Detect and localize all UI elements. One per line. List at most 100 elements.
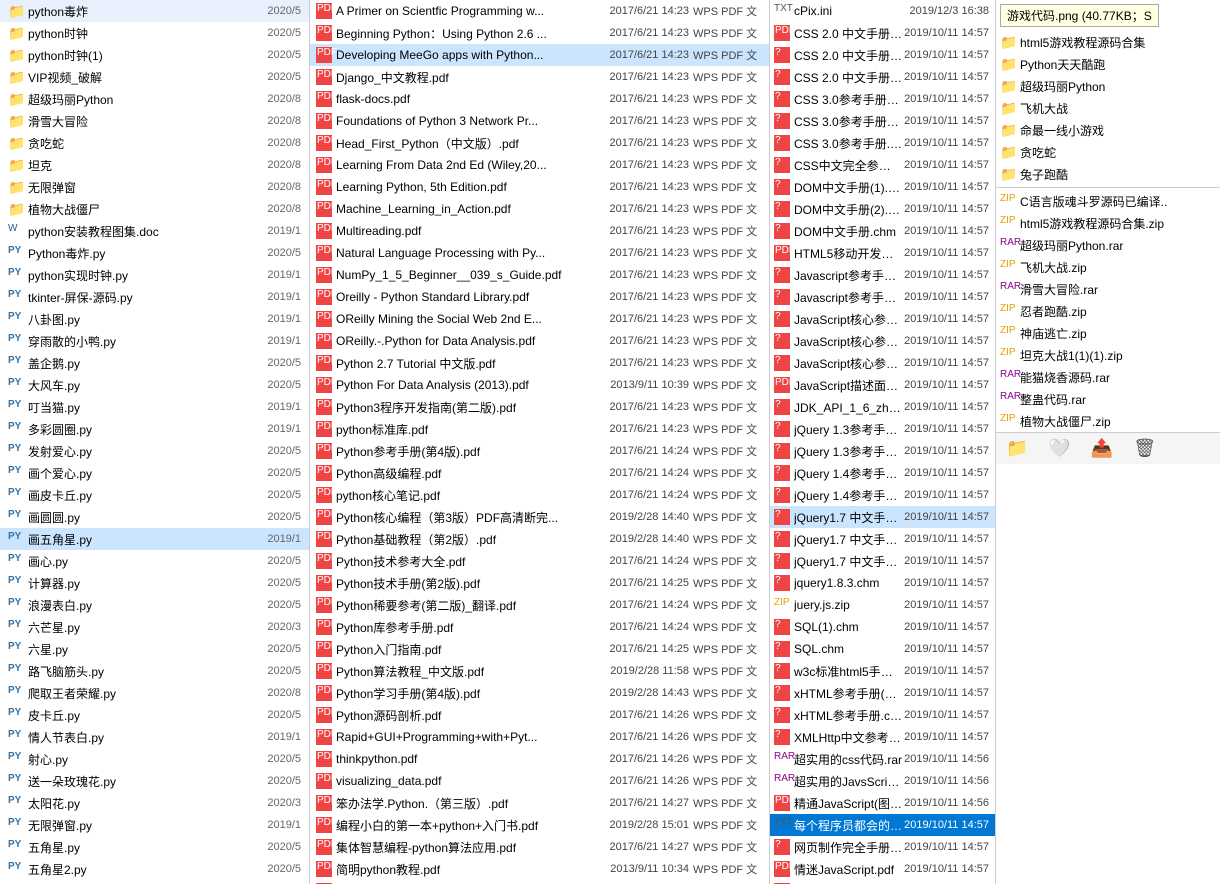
archive-item[interactable]: RAR能猫烧香源码.rar xyxy=(996,366,1220,388)
mid-list-item[interactable]: PDFPython3程序开发指南(第二版).pdf2017/6/21 14:23… xyxy=(310,396,769,418)
mid-list-item[interactable]: PDFPython技术参考大全.pdf2017/6/21 14:24WPS PD… xyxy=(310,550,769,572)
mid-list-item[interactable]: PDFPython For Data Analysis (2013).pdf20… xyxy=(310,374,769,396)
archive-item[interactable]: RAR超级玛丽Python.rar xyxy=(996,234,1220,256)
right-list-item[interactable]: ?jQuery 1.3参考手册(1).chm2019/10/11 14:5720 xyxy=(770,418,995,440)
mid-list-item[interactable]: PDFMachine_Learning_in_Action.pdf2017/6/… xyxy=(310,198,769,220)
left-list-item[interactable]: PY爬取王者荣耀.py2020/8 xyxy=(0,682,309,704)
mid-list-item[interactable]: PDFPython参考手册(第4版).pdf2017/6/21 14:24WPS… xyxy=(310,440,769,462)
archive-item[interactable]: RAR整蛊代码.rar xyxy=(996,388,1220,410)
left-list-item[interactable]: 📁滑雪大冒险2020/8 xyxy=(0,110,309,132)
right-list-item[interactable]: RAR超实用的JavsScrip代码.rar2019/10/11 14:56Wi… xyxy=(770,770,995,792)
left-list-item[interactable]: PY五角星.py2020/5 xyxy=(0,836,309,858)
right-list-item[interactable]: ?DOM中文手册(2).chm2019/10/11 14:5720 xyxy=(770,198,995,220)
mid-list-item[interactable]: PDFPython学习手册(第4版).pdf2019/2/28 14:43WPS… xyxy=(310,682,769,704)
archive-item[interactable]: ZIP坦克大战1(1)(1).zip xyxy=(996,344,1220,366)
mid-list-item[interactable]: PDFLearning Python, 5th Edition.pdf2017/… xyxy=(310,176,769,198)
right-list-item[interactable]: ?jQuery 1.4参考手册.CHM2019/10/11 14:5720 xyxy=(770,484,995,506)
folder-item[interactable]: 📁飞机大战 xyxy=(996,97,1220,119)
mid-list-item[interactable]: PDFthinkpython.pdf2017/6/21 14:26WPS PDF… xyxy=(310,748,769,770)
right-list-item[interactable]: ?JavaScript核心参考手册.chm2019/10/11 14:5720 xyxy=(770,352,995,374)
right-list-item[interactable]: ?CSS 3.0参考手册.chm2019/10/11 14:57编译的 HT xyxy=(770,132,995,154)
share-icon[interactable]: 📤 xyxy=(1091,438,1113,459)
left-list-item[interactable]: PYpython实现时钟.py2019/1 xyxy=(0,264,309,286)
mid-list-item[interactable]: PDFNatural Language Processing with Py..… xyxy=(310,242,769,264)
left-list-item[interactable]: PY六芒星.py2020/3 xyxy=(0,616,309,638)
left-list-item[interactable]: 📁python毒炸2020/5 xyxy=(0,0,309,22)
left-list-item[interactable]: Wpython安装教程图集.doc2019/1 xyxy=(0,220,309,242)
left-list-item[interactable]: PY六星.py2020/5 xyxy=(0,638,309,660)
left-list-item[interactable]: PY穿雨散的小鸭.py2019/1 xyxy=(0,330,309,352)
right-list-item[interactable]: PDFHTML5移动开发即学即用[双色].pdf2019/10/11 14:57… xyxy=(770,242,995,264)
mid-list-item[interactable]: PDF集体智慧编程-python算法应用.pdf2017/6/21 14:27W… xyxy=(310,836,769,858)
right-list-item[interactable]: PDF响应式Web设计：HTML5和CSS3实战p...2019/10/11 1… xyxy=(770,880,995,884)
right-list-item[interactable]: PDF精通JavaScript(图灵计算机科学丛书).pdf2019/10/11… xyxy=(770,792,995,814)
left-list-item[interactable]: PY发射爱心.py2020/5 xyxy=(0,440,309,462)
right-list-item[interactable]: ZIPjuery.js.zip2019/10/11 14:5720 xyxy=(770,594,995,616)
right-list-item[interactable]: ?jQuery1.7 中文手册.chm2019/10/11 14:5720 xyxy=(770,550,995,572)
right-list-item[interactable]: PDF情迷JavaScript.pdf2019/10/11 14:5720 xyxy=(770,858,995,880)
mid-list-item[interactable]: PDFOreilly - Python Standard Library.pdf… xyxy=(310,286,769,308)
mid-list-item[interactable]: PDFvisualizing_data.pdf2017/6/21 14:26WP… xyxy=(310,770,769,792)
left-list-item[interactable]: PY画个爱心.py2020/5 xyxy=(0,462,309,484)
right-list-item[interactable]: ?jQuery 1.4参考手册(1).CHM2019/10/11 14:5720 xyxy=(770,462,995,484)
mid-list-item[interactable]: PDFPython算法教程_中文版.pdf2019/2/28 11:58WPS … xyxy=(310,660,769,682)
mid-list-item[interactable]: PDFpython核心笔记.pdf2017/6/21 14:24WPS PDF … xyxy=(310,484,769,506)
left-list-item[interactable]: PY计算器.py2020/5 xyxy=(0,572,309,594)
mid-list-item[interactable]: PDFPython库参考手册.pdf2017/6/21 14:24WPS PDF… xyxy=(310,616,769,638)
favorite-icon[interactable]: 🤍 xyxy=(1048,438,1070,459)
mid-list-item[interactable]: PDFPython基础教程（第2版）.pdf2019/2/28 14:40WPS… xyxy=(310,528,769,550)
mid-list-item[interactable]: PDF笨办法学.Python.（第三版）.pdf2017/6/21 14:27W… xyxy=(310,792,769,814)
mid-list-item[interactable]: PDFPython高级编程.pdf2017/6/21 14:24WPS PDF … xyxy=(310,462,769,484)
left-list-item[interactable]: 📁python时钟2020/5 xyxy=(0,22,309,44)
mid-list-item[interactable]: PDFpython标准库.pdf2017/6/21 14:23WPS PDF 文 xyxy=(310,418,769,440)
mid-list-item[interactable]: PDFDjango_中文教程.pdf2017/6/21 14:23WPS PDF… xyxy=(310,66,769,88)
right-list-item[interactable]: TXT每个程序员都会的35种小技巧.txt2019/10/11 14:57文本文… xyxy=(770,814,995,836)
right-list-item[interactable]: ?XMLHttp中文参考手册.chm2019/10/11 14:5720 xyxy=(770,726,995,748)
left-list-item[interactable]: PY五角星2.py2020/5 xyxy=(0,858,309,880)
mid-list-item[interactable]: PDFPython稀要参考(第二版)_翻译.pdf2017/6/21 14:24… xyxy=(310,594,769,616)
mid-list-item[interactable]: PDFPython核心编程（第3版）PDF高清断完...2019/2/28 14… xyxy=(310,506,769,528)
left-list-item[interactable]: PY太阳花.py2020/3 xyxy=(0,792,309,814)
mid-list-item[interactable]: PDFA Primer on Scientfic Programming w..… xyxy=(310,0,769,22)
mid-list-item[interactable]: PDFOReilly.-.Python for Data Analysis.pd… xyxy=(310,330,769,352)
right-list-item[interactable]: PDFJavaScript描述面试题.pdf2019/10/11 14:5720 xyxy=(770,374,995,396)
mid-list-item[interactable]: PDF用Python进行自然语言处理.pdf2013/4/13 10:39WPS… xyxy=(310,880,769,884)
folder-item[interactable]: 📁兔子跑酷 xyxy=(996,163,1220,185)
archive-item[interactable]: ZIP飞机大战.zip xyxy=(996,256,1220,278)
left-list-item[interactable]: PY无限弹窗.py2019/1 xyxy=(0,814,309,836)
right-list-item[interactable]: ?CSS中文完全参考手册.chm2019/10/11 14:57编译的 HT xyxy=(770,154,995,176)
new-folder-icon[interactable]: 📁 xyxy=(1006,438,1028,459)
mid-list-item[interactable]: PDFPython源码剖析.pdf2017/6/21 14:26WPS PDF … xyxy=(310,704,769,726)
right-list-item[interactable]: ?SQL(1).chm2019/10/11 14:5720 xyxy=(770,616,995,638)
right-list-item[interactable]: ?xHTML参考手册.chm2019/10/11 14:5720 xyxy=(770,704,995,726)
folder-item[interactable]: 📁命最一线小游戏 xyxy=(996,119,1220,141)
right-list-item[interactable]: PDFCSS 2.0 中文手册(1).pdf2019/10/11 14:57WP… xyxy=(770,22,995,44)
folder-item[interactable]: 📁超级玛丽Python xyxy=(996,75,1220,97)
left-list-item[interactable]: 📁坦克2020/8 xyxy=(0,154,309,176)
left-list-item[interactable]: PY画皮卡丘.py2020/5 xyxy=(0,484,309,506)
folder-item[interactable]: 📁Python天天酷跑 xyxy=(996,53,1220,75)
archive-item[interactable]: ZIPC语言版魂斗罗源码已编译.. xyxy=(996,190,1220,212)
mid-list-item[interactable]: PDFBeginning Python：Using Python 2.6 ...… xyxy=(310,22,769,44)
left-list-item[interactable]: PY画心.py2020/5 xyxy=(0,550,309,572)
left-list-item[interactable]: 📁VIP视频_破解2020/5 xyxy=(0,66,309,88)
left-list-item[interactable]: 📁python时钟(1)2020/5 xyxy=(0,44,309,66)
left-list-item[interactable]: 📁无限弹窗2020/8 xyxy=(0,176,309,198)
mid-list-item[interactable]: PDFPython技术手册(第2版).pdf2017/6/21 14:25WPS… xyxy=(310,572,769,594)
archive-item[interactable]: ZIPhtml5游戏教程源码合集.zip xyxy=(996,212,1220,234)
left-list-item[interactable]: PYtkinter-屏保-源码.py2019/1 xyxy=(0,286,309,308)
mid-list-item[interactable]: PDFOReilly Mining the Social Web 2nd E..… xyxy=(310,308,769,330)
mid-list-item[interactable]: PDF编程小白的第一本+python+入门书.pdf2019/2/28 15:0… xyxy=(310,814,769,836)
right-list-item[interactable]: ?网页制作完全手册.chm2019/10/11 14:57编译的 HT xyxy=(770,836,995,858)
right-list-item[interactable]: ?CSS 3.0参考手册(1).chm2019/10/11 14:57编译的 H… xyxy=(770,88,995,110)
left-list-item[interactable]: PY八卦图.py2019/1 xyxy=(0,308,309,330)
right-list-item[interactable]: ?JavaScript核心参考手册(1).chm2019/10/11 14:57… xyxy=(770,308,995,330)
archive-item[interactable]: ZIP忍者跑酷.zip xyxy=(996,300,1220,322)
right-list-item[interactable]: ?SQL.chm2019/10/11 14:5720 xyxy=(770,638,995,660)
right-list-item[interactable]: ?CSS 3.0参考手册(2).chm2019/10/11 14:57编译的 H… xyxy=(770,110,995,132)
mid-list-item[interactable]: PDFPython入门指南.pdf2017/6/21 14:25WPS PDF … xyxy=(310,638,769,660)
left-list-item[interactable]: PY情人节表白.py2019/1 xyxy=(0,726,309,748)
right-list-item[interactable]: ?jquery1.8.3.chm2019/10/11 14:5720 xyxy=(770,572,995,594)
mid-list-item[interactable]: PDFNumPy_1_5_Beginner__039_s_Guide.pdf20… xyxy=(310,264,769,286)
mid-list-item[interactable]: PDFRapid+GUI+Programming+with+Pyt...2017… xyxy=(310,726,769,748)
